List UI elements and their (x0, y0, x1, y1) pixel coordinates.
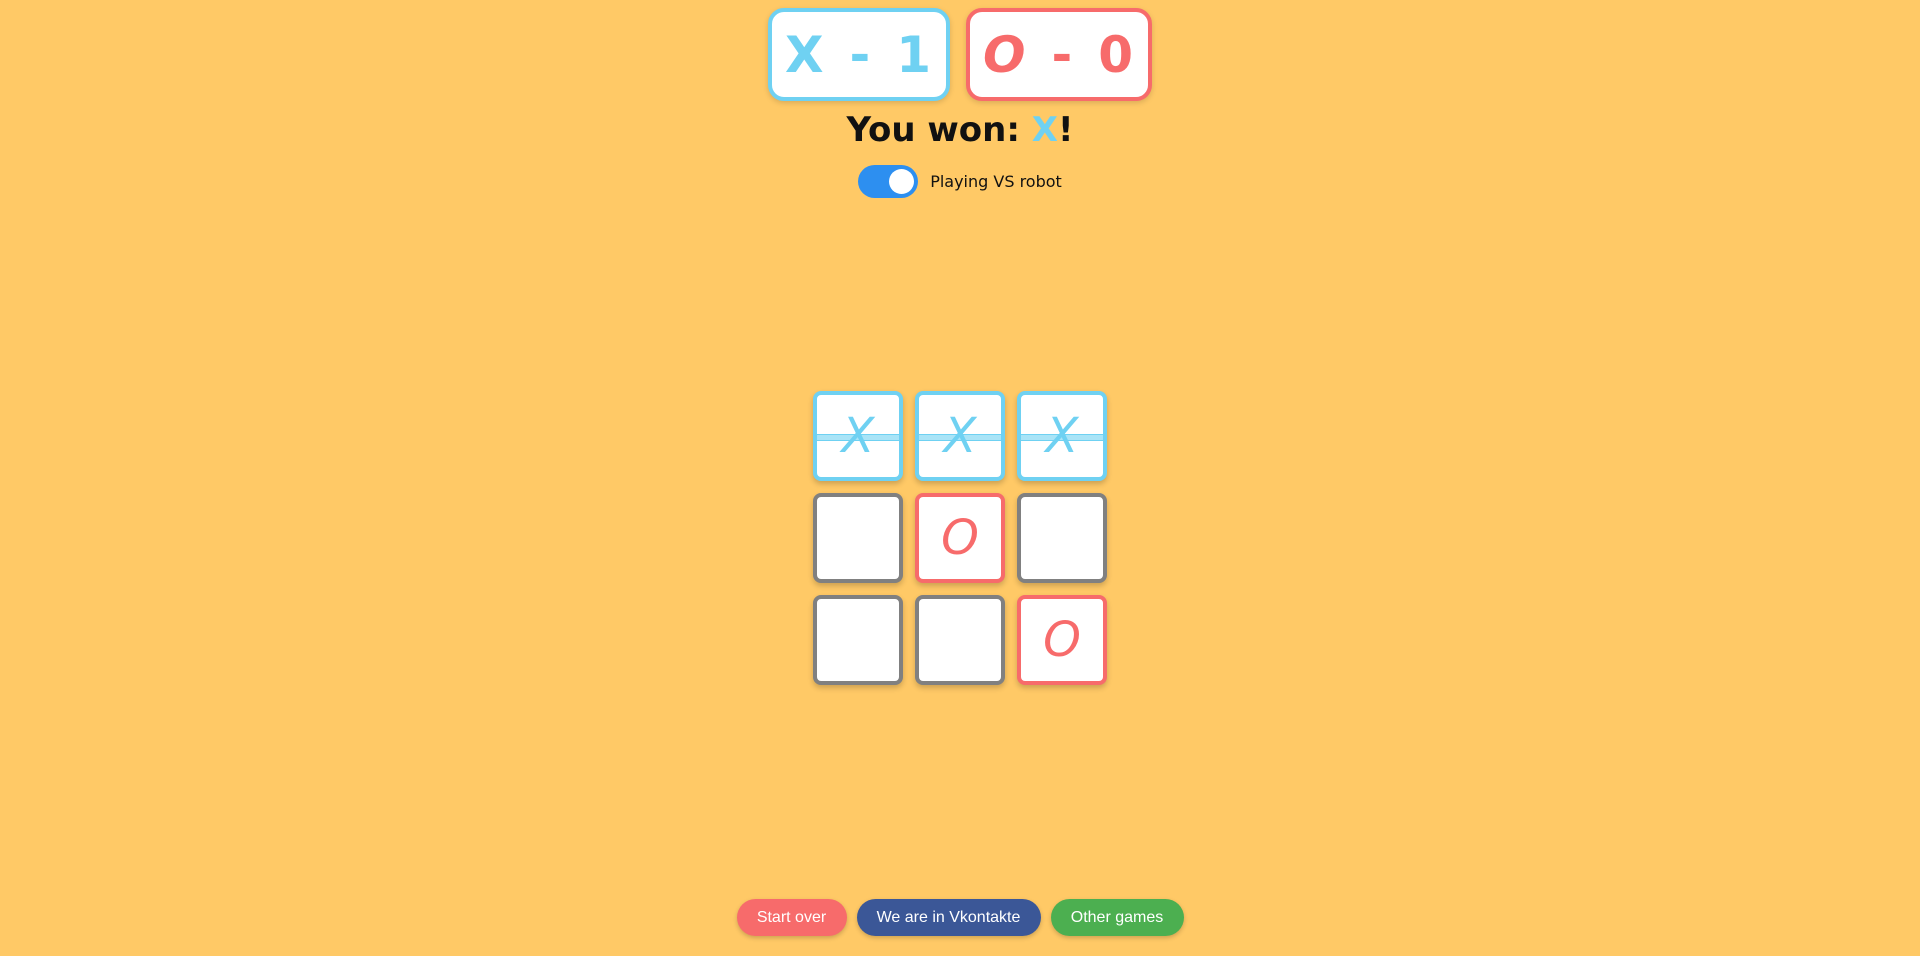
score-o-separator: - (1051, 25, 1075, 84)
status-suffix: ! (1058, 110, 1074, 150)
board-cell[interactable] (1017, 493, 1107, 583)
o-mark: O (941, 510, 979, 566)
game-board: XXXOO (813, 391, 1109, 687)
board-cell[interactable]: O (915, 493, 1005, 583)
o-mark: O (1043, 612, 1081, 668)
score-o-value: 0 (1098, 25, 1136, 84)
x-mark: X (1045, 408, 1079, 464)
score-x-separator: - (849, 25, 873, 84)
score-x-symbol: X (784, 25, 826, 84)
board-cell[interactable] (813, 595, 903, 685)
other-games-button[interactable]: Other games (1050, 899, 1184, 936)
robot-toggle[interactable] (858, 165, 919, 198)
x-mark: X (943, 408, 977, 464)
vkontakte-button[interactable]: We are in Vkontakte (856, 899, 1041, 936)
score-o-box: O - 0 (966, 8, 1152, 101)
x-mark: X (841, 408, 875, 464)
robot-toggle-row: Playing VS robot (0, 165, 1920, 198)
status-winner: X (1031, 110, 1058, 150)
status-prefix: You won: (846, 110, 1032, 150)
footer-buttons: Start over We are in Vkontakte Other gam… (0, 899, 1920, 936)
board-cell[interactable]: X (1017, 391, 1107, 481)
robot-toggle-label: Playing VS robot (930, 172, 1062, 191)
start-over-button[interactable]: Start over (736, 899, 847, 936)
score-o-symbol: O (982, 25, 1028, 84)
board-cell[interactable]: X (915, 391, 1005, 481)
game-status: You won: X! (0, 110, 1920, 150)
score-x-box: X - 1 (768, 8, 950, 101)
board-cell[interactable] (813, 493, 903, 583)
board-cell[interactable] (915, 595, 1005, 685)
board-cell[interactable]: X (813, 391, 903, 481)
toggle-knob (889, 169, 915, 194)
scoreboard: X - 1 O - 0 (0, 8, 1920, 101)
board-cell[interactable]: O (1017, 595, 1107, 685)
game-page: X - 1 O - 0 You won: X! Playing VS robot… (0, 0, 1920, 956)
score-x-value: 1 (896, 25, 934, 84)
